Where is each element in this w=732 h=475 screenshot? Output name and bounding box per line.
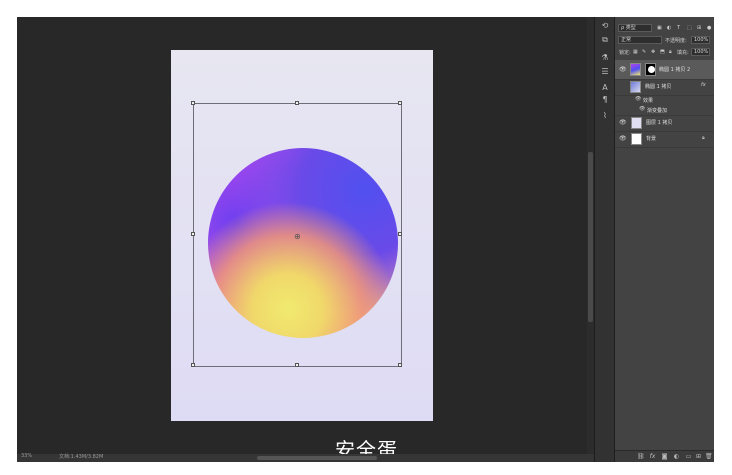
adjustment-layer-icon[interactable]: ◐ bbox=[673, 453, 680, 460]
layers-panel: ρ 类型 ▣ ◐ T ⬚ ⊞ ● 正常 不透明度: 100% 锁定: ▦ ✎ ✥… bbox=[614, 17, 714, 462]
effects-eye-icon[interactable]: 👁︎ bbox=[635, 96, 641, 102]
new-layer-icon[interactable]: ⊞ bbox=[695, 453, 702, 460]
visibility-eye-icon[interactable]: 👁︎ bbox=[619, 135, 627, 142]
gradient-overlay-eye-icon[interactable]: 👁︎ bbox=[639, 106, 645, 112]
lock-transparent-icon[interactable]: ▦ bbox=[633, 49, 638, 55]
transform-handle-bottom-right[interactable] bbox=[398, 363, 402, 367]
new-group-icon[interactable]: ▭ bbox=[685, 453, 692, 460]
character-icon[interactable]: A bbox=[600, 83, 610, 93]
filter-shape-icon[interactable]: ⬚ bbox=[687, 25, 692, 31]
layer-thumbnail bbox=[630, 81, 641, 93]
document-size[interactable]: 文档:1.43M/3.82M bbox=[59, 453, 103, 460]
lock-label: 锁定: bbox=[619, 50, 631, 56]
canvas-workspace[interactable]: ⊕ 安全蛋 bbox=[17, 17, 587, 462]
layer-row[interactable]: 👁︎ 背景 🔒︎ bbox=[615, 131, 714, 148]
lock-all-icon[interactable]: 🔒︎ bbox=[669, 49, 672, 55]
zoom-level[interactable]: 33% bbox=[21, 453, 32, 459]
blend-row: 正常 不透明度: 100% bbox=[615, 36, 714, 47]
blend-mode-dropdown[interactable]: 正常 bbox=[618, 36, 662, 44]
delete-layer-icon[interactable]: 🗑︎ bbox=[705, 453, 713, 460]
layer-thumbnail bbox=[631, 117, 642, 129]
transform-handle-middle-left[interactable] bbox=[191, 232, 195, 236]
filter-smart-icon[interactable]: ⊞ bbox=[697, 25, 701, 31]
fill-label: 填充: bbox=[677, 50, 689, 56]
layer-row[interactable]: 👁︎ 图层 1 拷贝 bbox=[615, 115, 714, 132]
effects-label[interactable]: 效果 bbox=[643, 97, 653, 104]
transform-center-icon[interactable]: ⊕ bbox=[294, 232, 301, 241]
filter-toggle-icon[interactable]: ● bbox=[707, 25, 711, 31]
status-bar: 33% 文档:1.43M/3.82M bbox=[17, 453, 614, 462]
vertical-scrollbar[interactable] bbox=[587, 17, 594, 454]
layer-thumbnail bbox=[630, 63, 641, 76]
lock-row: 锁定: ▦ ✎ ✥ ⬒ 🔒︎ 填充: 100% bbox=[615, 48, 714, 59]
mask-circle-icon bbox=[648, 66, 655, 73]
photoshop-window: ⊕ 安全蛋 33% 文档:1.43M/3.82M ⟲ ⧉ ⚗ ☰ A ¶ ⌇ ρ… bbox=[17, 17, 714, 462]
horizontal-scroll-thumb[interactable] bbox=[257, 456, 377, 460]
opacity-input[interactable]: 100% bbox=[691, 36, 710, 44]
transform-handle-top-right[interactable] bbox=[398, 101, 402, 105]
effect-name[interactable]: 渐变叠加 bbox=[647, 107, 667, 114]
layer-mask-thumbnail[interactable] bbox=[645, 63, 656, 76]
layer-lock-icon: 🔒︎ bbox=[702, 135, 705, 141]
visibility-eye-icon[interactable]: 👁︎ bbox=[619, 119, 627, 126]
lock-paint-icon[interactable]: ✎ bbox=[642, 49, 646, 55]
transform-handle-bottom-middle[interactable] bbox=[295, 363, 299, 367]
layers-panel-footer: ⛓ fx ◙ ◐ ▭ ⊞ 🗑︎ bbox=[615, 450, 714, 462]
lock-move-icon[interactable]: ✥ bbox=[651, 49, 655, 55]
fill-input[interactable]: 100% bbox=[691, 48, 710, 56]
layer-name[interactable]: 椭圆 1 拷贝 bbox=[645, 83, 671, 90]
visibility-eye-icon[interactable]: 👁︎ bbox=[619, 66, 627, 73]
layer-row[interactable]: 👁︎ 椭圆 1 拷贝 2 bbox=[615, 60, 714, 80]
layer-thumbnail bbox=[631, 133, 642, 145]
transform-handle-top-left[interactable] bbox=[191, 101, 195, 105]
brush-icon[interactable]: ⌇ bbox=[600, 111, 610, 121]
opacity-label: 不透明度: bbox=[665, 38, 687, 44]
transform-handle-top-middle[interactable] bbox=[295, 101, 299, 105]
layers-comp-icon[interactable]: ☰ bbox=[600, 67, 610, 77]
transform-handle-bottom-left[interactable] bbox=[191, 363, 195, 367]
transform-handle-middle-right[interactable] bbox=[398, 232, 402, 236]
layer-filter-row: ρ 类型 ▣ ◐ T ⬚ ⊞ ● bbox=[615, 24, 714, 35]
layer-style-icon[interactable]: fx bbox=[649, 453, 656, 460]
lock-artboard-icon[interactable]: ⬒ bbox=[660, 49, 665, 55]
layer-name[interactable]: 椭圆 1 拷贝 2 bbox=[659, 66, 690, 73]
vertical-scroll-thumb[interactable] bbox=[588, 152, 593, 322]
panel-icon-strip: ⟲ ⧉ ⚗ ☰ A ¶ ⌇ bbox=[594, 17, 615, 462]
layer-effects-row[interactable]: 👁︎ 效果 bbox=[615, 95, 714, 105]
filter-pixel-icon[interactable]: ▣ bbox=[657, 25, 662, 31]
adjust-icon[interactable]: ⚗ bbox=[600, 53, 610, 63]
layer-filter-dropdown[interactable]: ρ 类型 bbox=[618, 24, 652, 32]
layer-row[interactable]: 椭圆 1 拷贝 fx bbox=[615, 79, 714, 96]
layer-fx-badge[interactable]: fx bbox=[701, 82, 706, 88]
layer-name[interactable]: 图层 1 拷贝 bbox=[646, 119, 672, 126]
history-icon[interactable]: ⟲ bbox=[600, 21, 610, 31]
paragraph-icon[interactable]: ¶ bbox=[600, 95, 610, 105]
filter-adjust-icon[interactable]: ◐ bbox=[667, 25, 671, 31]
properties-icon[interactable]: ⧉ bbox=[600, 35, 610, 45]
link-layers-icon[interactable]: ⛓ bbox=[637, 453, 645, 460]
layer-name[interactable]: 背景 bbox=[646, 135, 656, 142]
filter-text-icon[interactable]: T bbox=[677, 25, 680, 31]
add-mask-icon[interactable]: ◙ bbox=[661, 453, 668, 460]
